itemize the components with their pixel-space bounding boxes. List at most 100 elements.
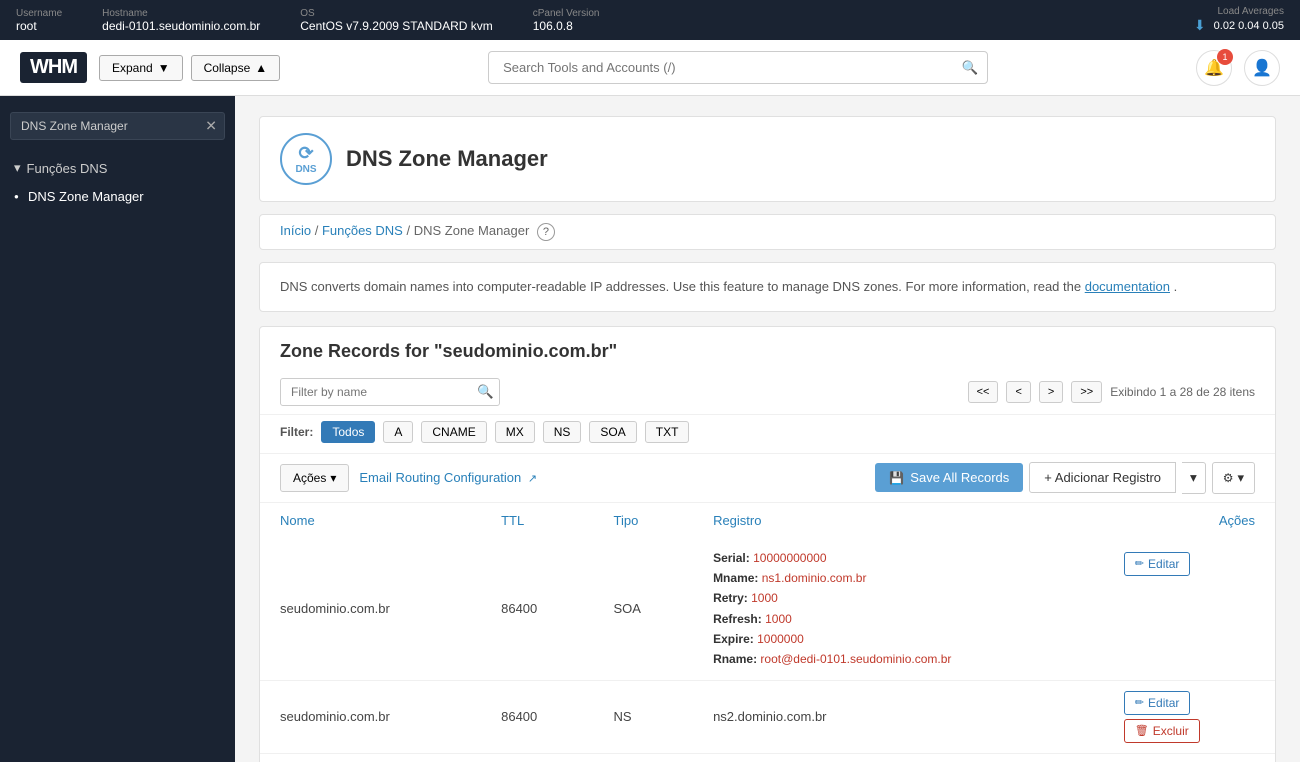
load-down-icon: ⬇ bbox=[1194, 17, 1206, 34]
pagination-status: Exibindo 1 a 28 de 28 itens bbox=[1110, 385, 1255, 399]
add-record-split-button[interactable]: ▾ bbox=[1182, 462, 1206, 494]
acoes-dropdown-button[interactable]: Ações ▾ bbox=[280, 464, 349, 492]
filter-todos-button[interactable]: Todos bbox=[321, 421, 375, 443]
record-nome: seudominio.com.br bbox=[260, 538, 481, 681]
record-registro: ns1.dominio.com.br bbox=[693, 753, 1104, 762]
gear-chevron-icon: ▾ bbox=[1237, 470, 1244, 486]
description-text: DNS converts domain names into computer-… bbox=[259, 262, 1276, 312]
help-icon[interactable]: ? bbox=[537, 223, 555, 241]
main-content: ⟳ DNS DNS Zone Manager Início / Funções … bbox=[235, 96, 1300, 762]
sidebar-section-dns: ▾ Funções DNS DNS Zone Manager bbox=[0, 148, 235, 217]
chevron-down-icon: ▾ bbox=[14, 160, 21, 176]
pagination-first-button[interactable]: << bbox=[968, 381, 999, 403]
pagination-last-button[interactable]: >> bbox=[1071, 381, 1102, 403]
pencil-icon: ✏ bbox=[1135, 696, 1144, 709]
pagination-next-button[interactable]: > bbox=[1039, 381, 1063, 403]
breadcrumb-inicio[interactable]: Início bbox=[280, 223, 311, 238]
user-icon: 👤 bbox=[1252, 58, 1272, 78]
filter-search-button[interactable]: 🔍 bbox=[477, 384, 494, 400]
edit-record-button[interactable]: ✏ Editar bbox=[1124, 691, 1191, 715]
record-acoes: ✏ Editar bbox=[1104, 538, 1275, 681]
filter-cname-button[interactable]: CNAME bbox=[421, 421, 486, 443]
add-record-button[interactable]: + Adicionar Registro bbox=[1029, 462, 1176, 493]
col-nome[interactable]: Nome bbox=[260, 503, 481, 538]
chevron-down-icon: ▾ bbox=[330, 471, 336, 485]
collapse-button[interactable]: Collapse ▲ bbox=[191, 55, 281, 81]
filter-txt-button[interactable]: TXT bbox=[645, 421, 690, 443]
meta-username: Username root bbox=[16, 8, 62, 33]
sidebar-search-clear-button[interactable]: ✕ bbox=[205, 118, 217, 135]
documentation-link[interactable]: documentation bbox=[1085, 279, 1170, 294]
trash-icon: 🗑 bbox=[1135, 724, 1149, 737]
record-nome: seudominio.com.br bbox=[260, 680, 481, 753]
record-tipo: NS bbox=[594, 753, 694, 762]
records-table: Nome TTL Tipo Registro Ações seudominio.… bbox=[260, 503, 1275, 762]
record-registro: ns2.dominio.com.br bbox=[693, 680, 1104, 753]
meta-hostname: Hostname dedi-0101.seudominio.com.br bbox=[102, 8, 260, 33]
collapse-icon: ▲ bbox=[255, 61, 267, 75]
sidebar: ✕ ▾ Funções DNS DNS Zone Manager bbox=[0, 96, 235, 762]
table-row: seudominio.com.br 86400 NS ns1.dominio.c… bbox=[260, 753, 1275, 762]
sidebar-search-input[interactable] bbox=[10, 112, 225, 140]
filter-a-button[interactable]: A bbox=[383, 421, 413, 443]
header-right: 🔔 1 👤 bbox=[1196, 50, 1280, 86]
filter-ns-button[interactable]: NS bbox=[543, 421, 582, 443]
pagination-prev-button[interactable]: < bbox=[1006, 381, 1030, 403]
record-acoes: ✏ Editar 🗑 Excluir bbox=[1104, 680, 1275, 753]
email-routing-link[interactable]: Email Routing Configuration ↗ bbox=[359, 470, 537, 485]
chevron-down-icon: ▾ bbox=[1190, 470, 1197, 485]
expand-button[interactable]: Expand ▼ bbox=[99, 55, 183, 81]
col-registro: Registro bbox=[693, 503, 1104, 538]
breadcrumb-current: DNS Zone Manager bbox=[414, 223, 530, 238]
record-ttl: 86400 bbox=[481, 753, 593, 762]
meta-os: OS CentOS v7.9.2009 STANDARD kvm bbox=[300, 8, 493, 33]
external-link-icon: ↗ bbox=[528, 473, 537, 485]
expand-icon: ▼ bbox=[158, 61, 170, 75]
search-icon-button[interactable]: 🔍 bbox=[961, 60, 978, 76]
filter-bar: Filter: Todos A CNAME MX NS SOA TXT bbox=[260, 415, 1275, 454]
filter-soa-button[interactable]: SOA bbox=[589, 421, 636, 443]
main-layout: ✕ ▾ Funções DNS DNS Zone Manager ⟳ DNS D… bbox=[0, 96, 1300, 762]
zone-controls: 🔍 << < > >> Exibindo 1 a 28 de 28 itens bbox=[260, 370, 1275, 415]
meta-cpanel: cPanel Version 106.0.8 bbox=[533, 8, 600, 33]
search-input[interactable] bbox=[488, 51, 988, 84]
record-ttl: 86400 bbox=[481, 680, 593, 753]
search-area: 🔍 bbox=[488, 51, 988, 84]
dns-icon: ⟳ DNS bbox=[280, 133, 332, 185]
whm-logo: WHM bbox=[20, 52, 87, 83]
sidebar-item-dns-zone-manager[interactable]: DNS Zone Manager bbox=[0, 182, 235, 211]
top-meta-info: Username root Hostname dedi-0101.seudomi… bbox=[16, 8, 599, 33]
zone-section: Zone Records for "seudominio.com.br" 🔍 <… bbox=[259, 326, 1276, 762]
zone-section-header: Zone Records for "seudominio.com.br" bbox=[260, 327, 1275, 370]
col-ttl[interactable]: TTL bbox=[481, 503, 593, 538]
action-bar: Ações ▾ Email Routing Configuration ↗ 💾 … bbox=[260, 454, 1275, 503]
save-all-records-button[interactable]: 💾 Save All Records bbox=[875, 463, 1023, 492]
notification-badge: 1 bbox=[1217, 49, 1233, 65]
header-left: WHM Expand ▼ Collapse ▲ bbox=[20, 52, 280, 83]
edit-record-button[interactable]: ✏ Editar bbox=[1124, 552, 1191, 576]
page-header: ⟳ DNS DNS Zone Manager bbox=[259, 116, 1276, 202]
page-title: DNS Zone Manager bbox=[346, 146, 548, 172]
sidebar-search-area: ✕ bbox=[10, 112, 225, 140]
table-row: seudominio.com.br 86400 SOA Serial: 1000… bbox=[260, 538, 1275, 681]
top-meta-bar: Username root Hostname dedi-0101.seudomi… bbox=[0, 0, 1300, 40]
col-acoes: Ações bbox=[1104, 503, 1275, 538]
search-icon: 🔍 bbox=[961, 60, 978, 75]
record-registro: Serial: 10000000000 Mname: ns1.dominio.c… bbox=[693, 538, 1104, 681]
breadcrumb-funcoes-dns[interactable]: Funções DNS bbox=[322, 223, 403, 238]
gear-icon: ⚙ bbox=[1223, 471, 1234, 485]
meta-load: Load Averages ⬇ 0.02 0.04 0.05 bbox=[1194, 6, 1284, 34]
record-nome: seudominio.com.br bbox=[260, 753, 481, 762]
filter-mx-button[interactable]: MX bbox=[495, 421, 535, 443]
notifications-button[interactable]: 🔔 1 bbox=[1196, 50, 1232, 86]
col-tipo[interactable]: Tipo bbox=[594, 503, 694, 538]
sidebar-section-dns-header[interactable]: ▾ Funções DNS bbox=[0, 154, 235, 182]
delete-record-button[interactable]: 🗑 Excluir bbox=[1124, 719, 1200, 743]
filter-search-icon: 🔍 bbox=[477, 384, 494, 399]
user-account-button[interactable]: 👤 bbox=[1244, 50, 1280, 86]
settings-gear-button[interactable]: ⚙ ▾ bbox=[1212, 462, 1255, 494]
filter-name-input[interactable] bbox=[280, 378, 500, 406]
record-tipo: NS bbox=[594, 680, 694, 753]
header-buttons: Expand ▼ Collapse ▲ bbox=[99, 55, 280, 81]
header-bar: WHM Expand ▼ Collapse ▲ 🔍 🔔 1 👤 bbox=[0, 40, 1300, 96]
